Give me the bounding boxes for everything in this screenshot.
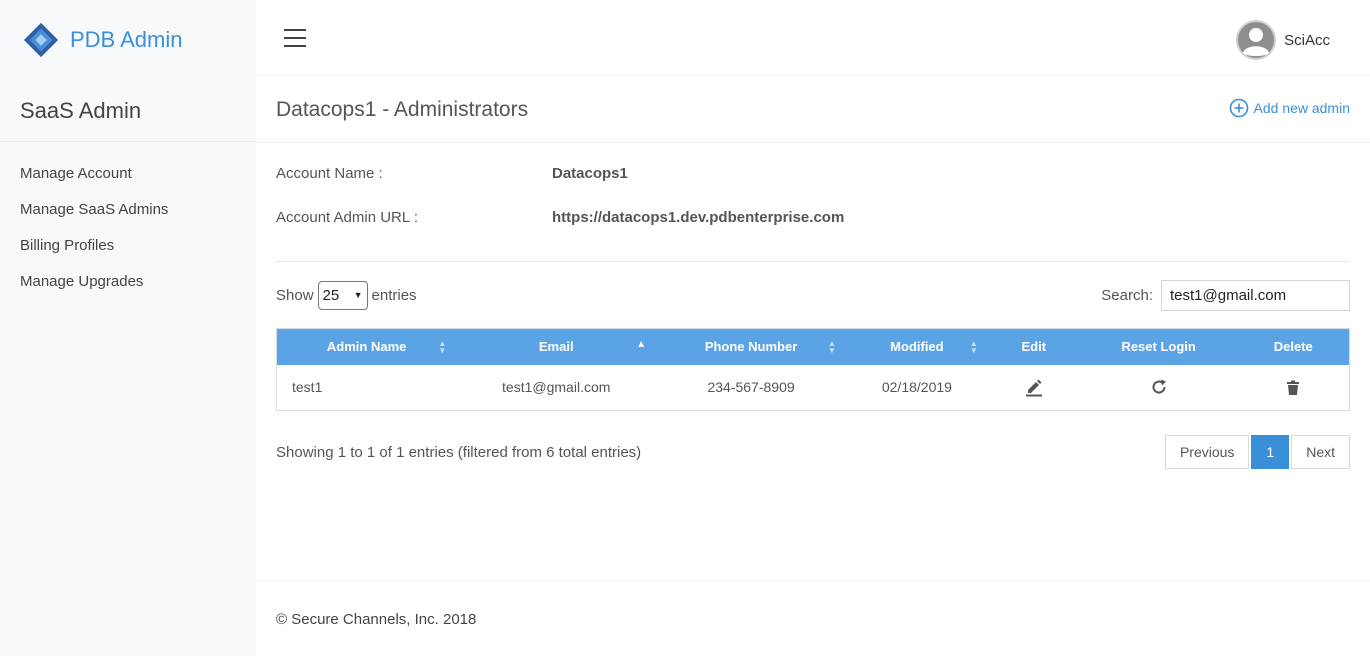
- sort-icon: ▲ ▼: [828, 339, 836, 355]
- col-delete: Delete: [1273, 339, 1313, 355]
- search-control: Search:: [1101, 279, 1350, 311]
- page-1-button[interactable]: 1: [1251, 435, 1290, 469]
- sidebar-item-manage-account[interactable]: Manage Account: [0, 162, 256, 198]
- sort-icon: ▲ ▼: [438, 339, 447, 355]
- copyright: © Secure Channels, Inc. 2018: [276, 611, 477, 628]
- pagination: Previous 1 Next: [1164, 435, 1350, 469]
- add-new-admin-label: Add new admin: [1253, 100, 1350, 116]
- sidebar-item-manage-upgrades[interactable]: Manage Upgrades: [0, 270, 256, 306]
- page-title: Datacops1 - Administrators: [276, 98, 529, 121]
- table-header-row: Admin Name ▲ ▼ Email ▲ Phone Number ▲ ▼ Mo…: [276, 328, 1350, 365]
- user-menu[interactable]: SciAcc: [1236, 20, 1330, 60]
- refresh-icon[interactable]: [1150, 378, 1168, 396]
- table-row: test1 test1@gmail.com 234-567-8909 02/18…: [277, 365, 1350, 411]
- col-phone-number[interactable]: Phone Number ▲ ▼: [656, 329, 846, 365]
- col-admin-name[interactable]: Admin Name ▲ ▼: [277, 329, 457, 365]
- admins-table: Admin Name ▲ ▼ Email ▲ Phone Number ▲ ▼ Mo…: [276, 328, 1350, 411]
- search-input[interactable]: [1161, 279, 1350, 311]
- cell-admin-name: test1: [292, 379, 323, 396]
- caret-down-icon: ▼: [353, 290, 363, 300]
- account-url-label: Account Admin URL :: [276, 208, 419, 226]
- brand[interactable]: PDB Admin: [0, 0, 256, 80]
- previous-page-button[interactable]: Previous: [1164, 435, 1250, 469]
- account-url-row: Account Admin URL : https://datacops1.de…: [276, 195, 1350, 239]
- sidebar-item-billing-profiles[interactable]: Billing Profiles: [0, 234, 256, 270]
- sidebar: PDB Admin SaaS Admin Manage Account Mana…: [0, 0, 256, 656]
- add-new-admin-button[interactable]: Add new admin: [1229, 98, 1350, 118]
- col-email[interactable]: Email ▲: [456, 329, 656, 365]
- diamond-logo-icon: [23, 22, 59, 58]
- account-name-label: Account Name :: [276, 164, 383, 182]
- brand-name: PDB Admin: [70, 27, 183, 52]
- pencil-icon[interactable]: [1024, 377, 1044, 397]
- account-url-value: https://datacops1.dev.pdbenterprise.com: [552, 208, 845, 226]
- page-header: Datacops1 - Administrators Add new admin: [256, 76, 1370, 143]
- search-label: Search:: [1101, 286, 1153, 304]
- cell-email: test1@gmail.com: [502, 379, 611, 396]
- table-footer: Showing 1 to 1 of 1 entries (filtered fr…: [276, 435, 1350, 469]
- user-name: SciAcc: [1284, 31, 1330, 49]
- sort-ascending-icon: ▲: [636, 339, 647, 350]
- account-info: Account Name : Datacops1 Account Admin U…: [276, 143, 1350, 262]
- entries-label: entries: [371, 286, 417, 304]
- page-size-value: 25: [322, 286, 340, 304]
- hamburger-icon[interactable]: [284, 29, 306, 47]
- sort-icon: ▲ ▼: [969, 339, 978, 355]
- trash-icon[interactable]: [1286, 380, 1300, 396]
- user-avatar-icon: [1236, 20, 1277, 60]
- cell-reset-login: [1080, 365, 1238, 411]
- table-controls: Show 25 ▼ entries Search:: [276, 262, 1350, 328]
- sidebar-section-title: SaaS Admin: [0, 80, 256, 142]
- top-bar: SciAcc: [256, 0, 1370, 76]
- cell-phone: 234-567-8909: [707, 379, 795, 396]
- sidebar-nav: Manage Account Manage SaaS Admins Billin…: [0, 142, 256, 306]
- cell-delete: [1238, 365, 1350, 411]
- page-size-control: Show 25 ▼ entries: [276, 280, 417, 310]
- col-modified[interactable]: Modified ▲ ▼: [846, 329, 988, 365]
- sidebar-item-manage-saas-admins[interactable]: Manage SaaS Admins: [0, 198, 256, 234]
- col-edit: Edit: [1021, 339, 1047, 355]
- cell-edit: [988, 365, 1080, 411]
- col-reset-login: Reset Login: [1121, 339, 1196, 355]
- account-name-row: Account Name : Datacops1: [276, 151, 1350, 195]
- page-footer: © Secure Channels, Inc. 2018: [256, 580, 1370, 656]
- plus-circle-icon: [1230, 98, 1249, 118]
- page-size-select[interactable]: 25 ▼: [317, 280, 368, 310]
- account-name-value: Datacops1: [552, 164, 628, 182]
- main-content: Account Name : Datacops1 Account Admin U…: [276, 143, 1350, 469]
- entries-summary: Showing 1 to 1 of 1 entries (filtered fr…: [276, 443, 642, 461]
- show-label: Show: [276, 286, 314, 304]
- cell-modified: 02/18/2019: [881, 379, 952, 396]
- next-page-button[interactable]: Next: [1291, 435, 1350, 469]
